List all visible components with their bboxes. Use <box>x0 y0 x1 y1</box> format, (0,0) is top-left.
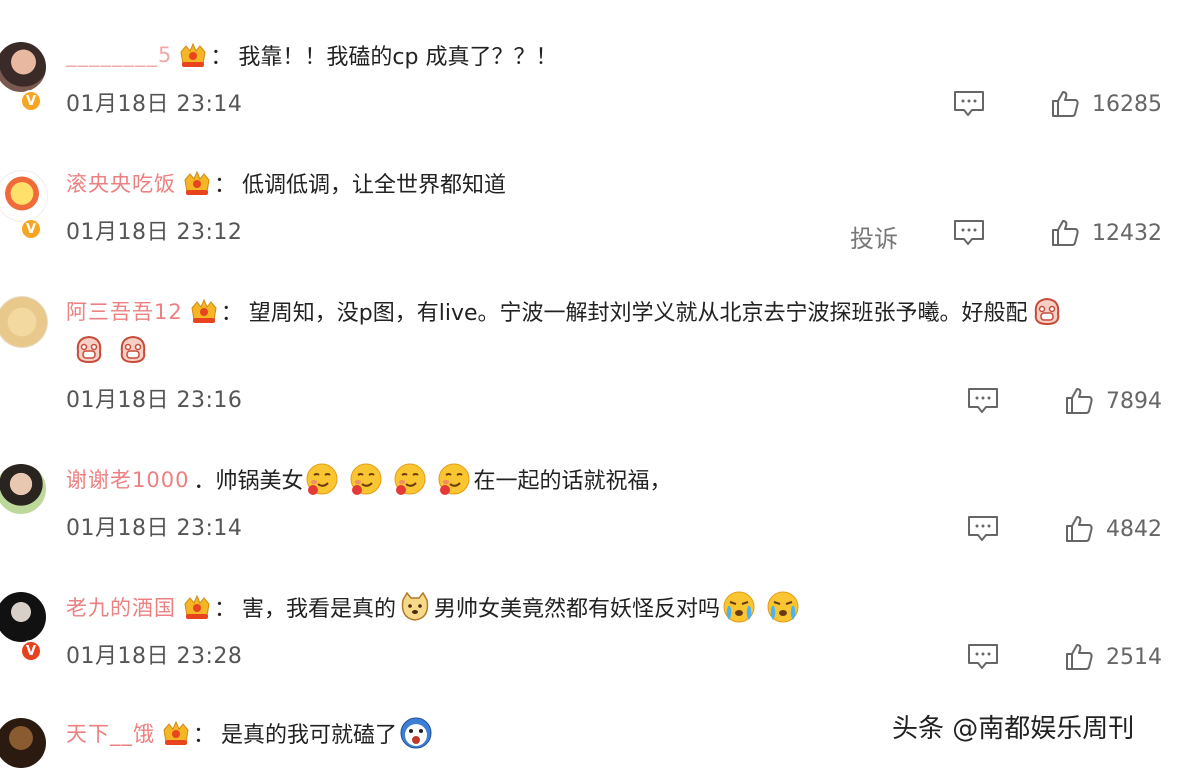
dog-emoji-icon <box>398 590 432 624</box>
username[interactable]: 天下__饿 <box>66 718 155 748</box>
timestamp: 01月18日 23:12 <box>66 220 243 245</box>
verified-v-icon: V <box>20 640 42 662</box>
pig-emoji-icon <box>116 332 150 366</box>
comment-icon[interactable] <box>967 643 999 671</box>
avatar[interactable] <box>0 718 46 768</box>
comment-text: 低调低调，让全世界都知道 <box>242 173 507 198</box>
comment-icon[interactable] <box>967 387 999 415</box>
like-count: 7894 <box>1106 389 1162 414</box>
username[interactable]: 老九的酒国 <box>66 592 176 622</box>
smirk-emoji-icon <box>305 462 339 496</box>
username[interactable]: 谢谢老1000 <box>66 464 189 494</box>
username[interactable]: ________5 <box>66 43 172 67</box>
avatar[interactable] <box>0 464 46 514</box>
comment-text: 男帅女美竟然都有妖怪反对吗 <box>434 597 721 622</box>
smirk-emoji-icon <box>349 462 383 496</box>
username[interactable]: 滚央央吃饭 <box>66 168 176 198</box>
avatar[interactable] <box>0 592 46 642</box>
comment-text: 我靠！！我磕的cp 成真了？？！ <box>238 45 558 70</box>
like-count: 4842 <box>1106 517 1162 542</box>
thumbs-up-icon[interactable] <box>1050 89 1080 119</box>
crying-emoji-icon <box>766 590 800 624</box>
pig-emoji-icon <box>72 332 106 366</box>
timestamp: 01月18日 23:14 <box>66 92 243 117</box>
report-button[interactable]: 投诉 <box>850 219 898 254</box>
thumbs-up-icon[interactable] <box>1064 514 1094 544</box>
crown-badge-icon <box>182 170 212 196</box>
screaming-emoji-icon <box>399 716 433 750</box>
username[interactable]: 阿三吾吾12 <box>66 296 183 326</box>
comment-icon[interactable] <box>953 90 985 118</box>
comment-text: 在一起的话就祝福， <box>473 469 672 494</box>
watermark: 头条 @南都娱乐周刊 <box>892 714 1135 744</box>
comment-text: 望周知，没p图，有live。宁波一解封刘学义就从北京去宁波探班张予曦。好般配 <box>248 301 1028 326</box>
crown-badge-icon <box>178 42 208 68</box>
smirk-emoji-icon <box>393 462 427 496</box>
pig-emoji-icon <box>1030 294 1064 328</box>
comment-text: 是真的我可就磕了 <box>221 723 398 748</box>
avatar[interactable] <box>0 170 48 222</box>
avatar[interactable] <box>0 42 46 92</box>
comment-icon[interactable] <box>953 219 985 247</box>
like-count: 12432 <box>1092 221 1162 246</box>
verified-v-icon: V <box>20 90 42 112</box>
crown-badge-icon <box>189 298 219 324</box>
thumbs-up-icon[interactable] <box>1050 218 1080 248</box>
smirk-emoji-icon <box>437 462 471 496</box>
crown-badge-icon <box>182 594 212 620</box>
crying-emoji-icon <box>722 590 756 624</box>
avatar[interactable] <box>0 296 48 348</box>
timestamp: 01月18日 23:14 <box>66 516 243 541</box>
comment-text: ．帅锅美女 <box>193 469 304 494</box>
thumbs-up-icon[interactable] <box>1064 642 1094 672</box>
comment-icon[interactable] <box>967 515 999 543</box>
thumbs-up-icon[interactable] <box>1064 386 1094 416</box>
crown-badge-icon <box>161 720 191 746</box>
timestamp: 01月18日 23:16 <box>66 388 243 413</box>
timestamp: 01月18日 23:28 <box>66 644 243 669</box>
comment-text: 害，我看是真的 <box>242 597 397 622</box>
like-count: 2514 <box>1106 645 1162 670</box>
like-count: 16285 <box>1092 92 1162 117</box>
verified-v-icon: V <box>20 218 42 240</box>
